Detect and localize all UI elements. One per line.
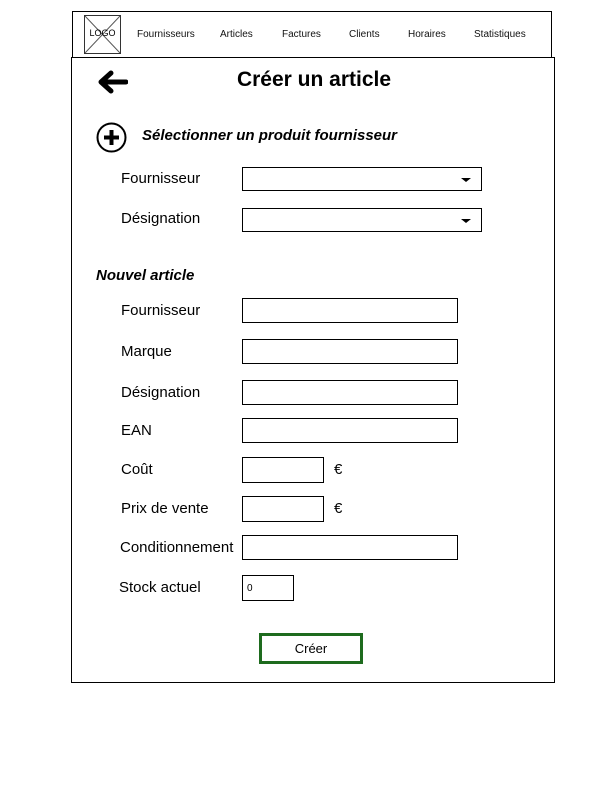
ean-label: EAN xyxy=(121,422,152,439)
cout-currency: € xyxy=(334,461,343,478)
marque-label: Marque xyxy=(121,343,172,360)
cout-label: Coût xyxy=(121,461,153,478)
add-circle-icon[interactable] xyxy=(96,122,127,153)
prix-vente-label: Prix de vente xyxy=(121,500,209,517)
chevron-down-icon xyxy=(461,219,471,223)
nav-item-fournisseurs[interactable]: Fournisseurs xyxy=(137,29,195,40)
logo[interactable]: LOGO xyxy=(84,15,121,54)
fournisseur-select[interactable] xyxy=(242,167,482,191)
create-button[interactable]: Créer xyxy=(259,633,363,664)
conditionnement-label: Conditionnement xyxy=(120,539,234,556)
logo-text: LOGO xyxy=(89,28,116,38)
nav-item-factures[interactable]: Factures xyxy=(282,29,321,40)
cout-input[interactable] xyxy=(242,457,324,483)
new-article-heading: Nouvel article xyxy=(96,267,195,284)
nav-item-statistiques[interactable]: Statistiques xyxy=(474,29,526,40)
select-designation-label: Désignation xyxy=(121,210,201,227)
stock-actuel-input[interactable] xyxy=(242,575,294,601)
marque-input[interactable] xyxy=(242,339,458,364)
page-title: Créer un article xyxy=(236,68,392,91)
nav-item-articles[interactable]: Articles xyxy=(220,29,253,40)
ean-input[interactable] xyxy=(242,418,458,443)
nav-item-horaires[interactable]: Horaires xyxy=(408,29,446,40)
prix-vente-input[interactable] xyxy=(242,496,324,522)
fournisseur-input[interactable] xyxy=(242,298,458,323)
stock-actuel-label: Stock actuel xyxy=(119,579,201,596)
prix-vente-currency: € xyxy=(334,500,343,517)
designation-input[interactable] xyxy=(242,380,458,405)
designation-label: Désignation xyxy=(121,384,201,401)
nav-item-clients[interactable]: Clients xyxy=(349,29,380,40)
select-supplier-product-heading: Sélectionner un produit fournisseur xyxy=(142,127,398,144)
designation-select[interactable] xyxy=(242,208,482,232)
fournisseur-label: Fournisseur xyxy=(121,302,201,319)
conditionnement-input[interactable] xyxy=(242,535,458,560)
select-fournisseur-label: Fournisseur xyxy=(121,170,201,187)
back-arrow-icon[interactable] xyxy=(96,68,129,96)
chevron-down-icon xyxy=(461,178,471,182)
